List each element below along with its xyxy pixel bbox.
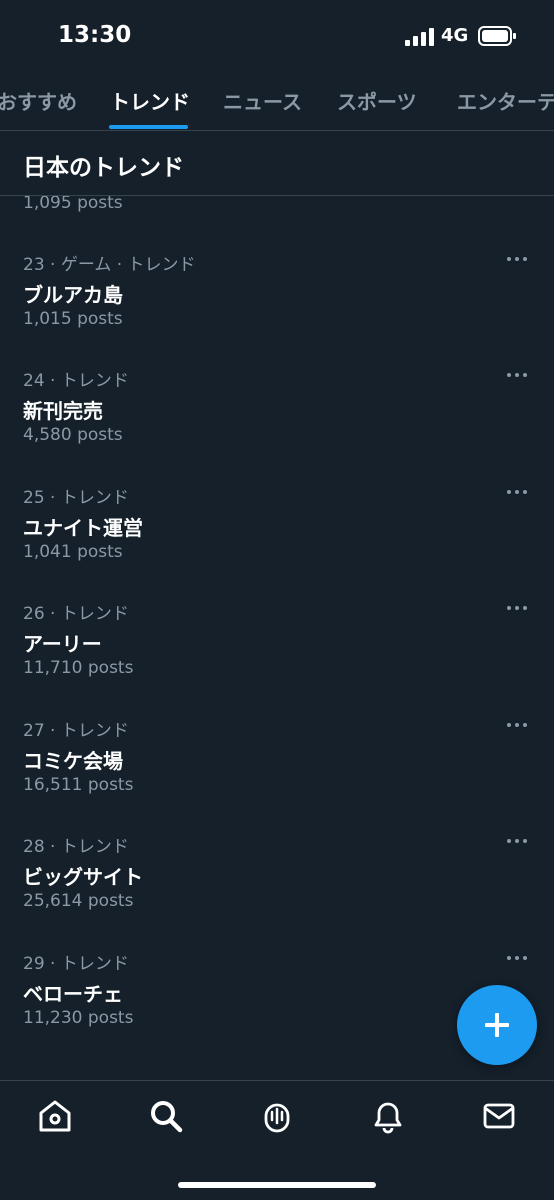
trend-post-count: 11,710 posts: [23, 658, 134, 678]
trend-meta: 27 · トレンド: [23, 721, 129, 741]
trend-item[interactable]: 24 · トレンド 新刊完売 4,580 posts: [0, 366, 554, 476]
trend-name[interactable]: ベローチェ: [23, 978, 123, 1007]
trend-post-count: 25,614 posts: [23, 891, 134, 911]
trend-name[interactable]: ユナイト運営: [23, 512, 143, 541]
status-bar: 13:30 4G: [0, 0, 554, 72]
more-options-icon[interactable]: [507, 368, 529, 382]
spaces-icon[interactable]: [259, 1098, 295, 1134]
status-time: 13:30: [58, 22, 132, 48]
compose-button[interactable]: [457, 985, 537, 1065]
trend-post-count: 16,511 posts: [23, 775, 134, 795]
bell-icon[interactable]: [370, 1098, 406, 1134]
trend-post-count: 11,230 posts: [23, 1008, 134, 1028]
home-icon[interactable]: [37, 1098, 73, 1134]
more-options-icon[interactable]: [507, 252, 529, 266]
home-indicator[interactable]: [178, 1182, 376, 1188]
trend-name[interactable]: ビッグサイト: [23, 861, 143, 890]
trend-meta: 26 · トレンド: [23, 604, 129, 624]
signal-icon: [405, 28, 434, 46]
tab-news[interactable]: ニュース: [223, 86, 302, 115]
more-options-icon[interactable]: [507, 485, 529, 499]
trend-post-count: 1,095 posts: [23, 193, 123, 213]
network-label: 4G: [441, 25, 469, 46]
more-options-icon[interactable]: [507, 718, 529, 732]
tab-sports[interactable]: スポーツ: [337, 86, 417, 115]
bottom-nav: [0, 1080, 554, 1200]
trend-item[interactable]: 26 · トレンド アーリー 11,710 posts: [0, 599, 554, 709]
trend-meta: 24 · トレンド: [23, 371, 129, 391]
trend-name[interactable]: コミケ会場: [23, 745, 123, 774]
trend-name[interactable]: 新刊完売: [23, 395, 103, 424]
battery-icon: [478, 26, 516, 46]
more-options-icon[interactable]: [507, 601, 529, 615]
trend-meta: 29 · トレンド: [23, 954, 129, 974]
mail-icon[interactable]: [481, 1098, 517, 1134]
section-header: 日本のトレンド: [0, 131, 554, 196]
trend-meta: 25 · トレンド: [23, 488, 129, 508]
explore-tabs: おすすめ トレンド ニュース スポーツ エンターテ: [0, 72, 554, 131]
trend-post-count: 1,015 posts: [23, 309, 123, 329]
trend-meta: 28 · トレンド: [23, 837, 129, 857]
trend-item[interactable]: 27 · トレンド コミケ会場 16,511 posts: [0, 716, 554, 826]
trend-post-count: 4,580 posts: [23, 425, 123, 445]
trend-item[interactable]: 25 · トレンド ユナイト運営 1,041 posts: [0, 483, 554, 593]
tab-entertainment[interactable]: エンターテ: [457, 86, 554, 115]
trend-name[interactable]: アーリー: [23, 628, 102, 657]
trend-item[interactable]: 28 · トレンド ビッグサイト 25,614 posts: [0, 832, 554, 942]
search-icon[interactable]: [148, 1098, 184, 1134]
section-title: 日本のトレンド: [23, 155, 184, 181]
trend-meta: 23 · ゲーム · トレンド: [23, 255, 196, 275]
tab-for-you[interactable]: おすすめ: [0, 86, 77, 115]
trend-item[interactable]: 23 · ゲーム · トレンド ブルアカ島 1,015 posts: [0, 250, 554, 360]
active-tab-indicator: [109, 125, 188, 129]
more-options-icon[interactable]: [507, 951, 529, 965]
trend-name[interactable]: ブルアカ島: [23, 279, 123, 308]
trend-post-count: 1,041 posts: [23, 542, 123, 562]
tab-trending[interactable]: トレンド: [110, 86, 190, 115]
more-options-icon[interactable]: [507, 834, 529, 848]
